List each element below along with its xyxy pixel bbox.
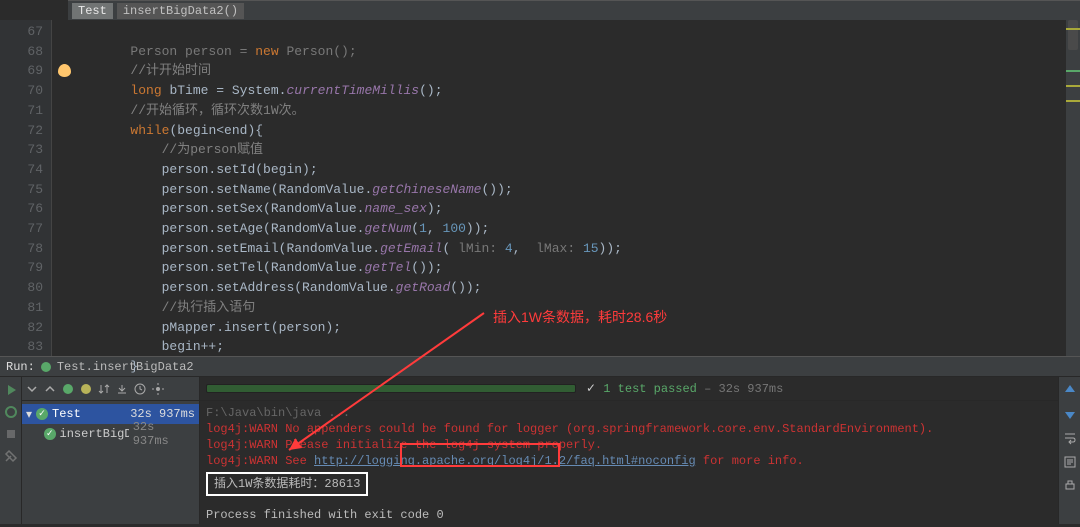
console-cmdline: F:\Java\bin\java ... — [206, 405, 1052, 421]
test-tree-panel: ▾ ✓ Test 32s 937ms ✓ insertBigD 32s 937m… — [22, 377, 200, 524]
run-panel: ▾ ✓ Test 32s 937ms ✓ insertBigD 32s 937m… — [0, 377, 1080, 524]
log-warn: log4j:WARN Please initialize the log4j s… — [206, 437, 1052, 453]
collapse-icon[interactable] — [44, 383, 56, 395]
sort-icon[interactable] — [98, 383, 110, 395]
test-ok-icon: ✓ — [36, 408, 48, 420]
up-icon[interactable] — [1063, 383, 1077, 397]
comment: //开始循环，循环次数1W次。 — [130, 103, 304, 118]
line-gutter: 6768697071727374757677787980818283 — [0, 20, 52, 356]
settings-icon[interactable] — [152, 383, 164, 395]
pin-icon[interactable] — [4, 449, 18, 463]
log-link[interactable]: http://logging.apache.org/log4j/1.2/faq.… — [314, 454, 696, 468]
fn-currentTimeMillis: currentTimeMillis — [286, 83, 419, 98]
filter-passed-icon[interactable] — [62, 383, 74, 395]
breadcrumb-method[interactable]: insertBigData2() — [117, 3, 244, 19]
highlighted-output: 插入1W条数据耗时：28613 — [206, 472, 368, 496]
run-label: Run: — [6, 360, 35, 374]
filter-ignored-icon[interactable] — [80, 383, 92, 395]
rerun-icon[interactable] — [4, 383, 18, 397]
stop-icon[interactable] — [4, 427, 18, 441]
log-warn: log4j:WARN No appenders could be found f… — [206, 421, 1052, 437]
console-right-toolbar — [1058, 377, 1080, 524]
test-time: 32s 937ms — [133, 420, 195, 448]
progress-bar — [206, 384, 576, 393]
comment: //执行插入语句 — [162, 300, 256, 315]
kw-long: long — [130, 83, 161, 98]
console-panel: ✓ 1 test passed – 32s 937ms F:\Java\bin\… — [200, 377, 1058, 524]
print-icon[interactable] — [1063, 479, 1077, 493]
code-editor[interactable]: 6768697071727374757677787980818283 Perso… — [0, 20, 1080, 356]
comment: //为person赋值 — [162, 142, 263, 157]
breadcrumb-class[interactable]: Test — [72, 3, 113, 19]
test-class-label: Test — [52, 407, 81, 421]
breadcrumb: Test insertBigData2() — [68, 0, 1080, 20]
test-toolbar — [22, 377, 199, 401]
test-summary: ✓ 1 test passed – 32s 937ms — [586, 381, 783, 396]
export-icon[interactable] — [116, 383, 128, 395]
console-output[interactable]: F:\Java\bin\java ... log4j:WARN No appen… — [200, 401, 1058, 527]
run-status-icon — [41, 362, 51, 372]
expand-icon[interactable] — [26, 383, 38, 395]
editor-scrollbar[interactable] — [1066, 20, 1080, 356]
down-icon[interactable] — [1063, 407, 1077, 421]
code-area[interactable]: Person person = new Person(); //计开始时间 lo… — [52, 20, 1066, 356]
test-ok-icon: ✓ — [44, 428, 56, 440]
scroll-end-icon[interactable] — [1063, 455, 1077, 469]
run-toolwindow-header[interactable]: Run: Test.insertBigData2 — [0, 356, 1080, 377]
soft-wrap-icon[interactable] — [1063, 431, 1077, 445]
exit-message: Process finished with exit code 0 — [206, 507, 1052, 523]
test-method-label: insertBigD — [60, 427, 129, 441]
test-time: 32s 937ms — [130, 407, 195, 421]
test-tree-item[interactable]: ✓ insertBigD 32s 937ms — [22, 424, 199, 444]
kw-while: while — [130, 123, 169, 138]
toggle-icon[interactable] — [4, 405, 18, 419]
comment: //计开始时间 — [130, 63, 211, 78]
test-progress: ✓ 1 test passed – 32s 937ms — [200, 377, 1058, 401]
history-icon[interactable] — [134, 383, 146, 395]
run-left-toolbar — [0, 377, 22, 524]
